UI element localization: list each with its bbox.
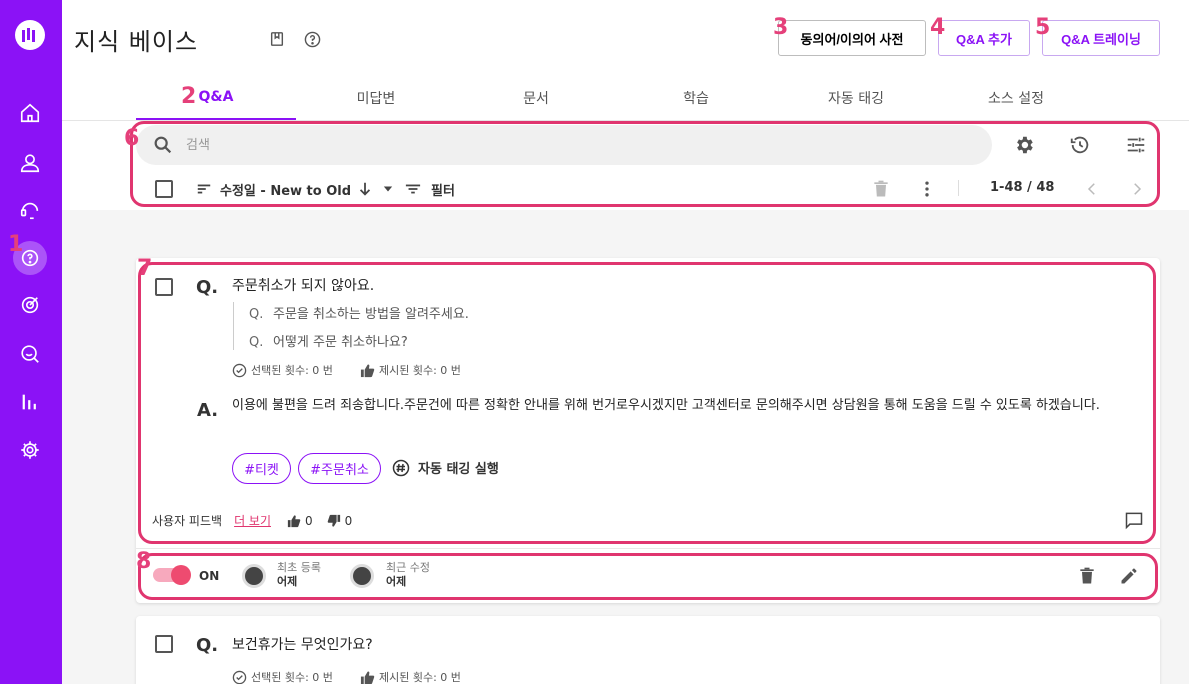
annotation-7: 7 bbox=[137, 256, 153, 281]
help-icon[interactable] bbox=[303, 30, 321, 48]
annotation-3: 3 bbox=[773, 15, 789, 40]
tab-auto-tagging[interactable]: 자동 태깅 bbox=[776, 76, 936, 120]
annotation-1: 1 bbox=[8, 232, 24, 257]
tab-source-settings[interactable]: 소스 설정 bbox=[936, 76, 1096, 120]
thumbs-up-icon bbox=[360, 670, 375, 684]
tab-documents[interactable]: 문서 bbox=[456, 76, 616, 120]
user-icon[interactable] bbox=[18, 151, 42, 175]
question-marker: Q. bbox=[196, 635, 219, 656]
question-text: 보건휴가는 무엇인가요? bbox=[232, 637, 373, 653]
annotation-6: 6 bbox=[124, 126, 140, 151]
tab-qa[interactable]: Q&A bbox=[136, 76, 296, 120]
add-qa-button[interactable]: Q&A 추가 bbox=[938, 20, 1030, 56]
annotation-8: 8 bbox=[136, 549, 152, 574]
tab-bar: Q&A 미답변 문서 학습 자동 태깅 소스 설정 bbox=[74, 76, 1114, 120]
annotation-box-card-footer bbox=[138, 553, 1158, 600]
tab-unanswered[interactable]: 미답변 bbox=[296, 76, 456, 120]
suggested-count: 제시된 횟수: 0 번 bbox=[360, 669, 461, 684]
home-icon[interactable] bbox=[18, 101, 42, 125]
selected-count: 선택된 횟수: 0 번 bbox=[232, 669, 333, 684]
gear-icon[interactable] bbox=[18, 438, 42, 462]
annotation-box-qa-card bbox=[138, 262, 1156, 544]
search-chat-icon[interactable] bbox=[18, 342, 42, 366]
tab-learning[interactable]: 학습 bbox=[616, 76, 776, 120]
sidebar bbox=[0, 0, 62, 684]
bar-chart-icon[interactable] bbox=[18, 390, 42, 414]
annotation-2: 2 bbox=[181, 84, 197, 109]
synonym-dictionary-button[interactable]: 동의어/이의어 사전 bbox=[778, 20, 926, 56]
target-icon[interactable] bbox=[18, 293, 42, 317]
page-title: 지식 베이스 bbox=[74, 28, 199, 56]
qa-card-checkbox[interactable] bbox=[155, 635, 173, 653]
annotation-box-toolbar bbox=[130, 121, 1160, 207]
brand-logo[interactable] bbox=[15, 20, 45, 50]
check-circle-icon bbox=[232, 670, 247, 684]
annotation-4: 4 bbox=[930, 15, 946, 40]
qa-training-button[interactable]: Q&A 트레이닝 bbox=[1042, 20, 1160, 56]
annotation-5: 5 bbox=[1035, 15, 1051, 40]
card-footer-divider bbox=[136, 548, 1160, 549]
bookmark-icon[interactable] bbox=[268, 30, 286, 48]
chat-support-icon[interactable] bbox=[18, 198, 42, 222]
